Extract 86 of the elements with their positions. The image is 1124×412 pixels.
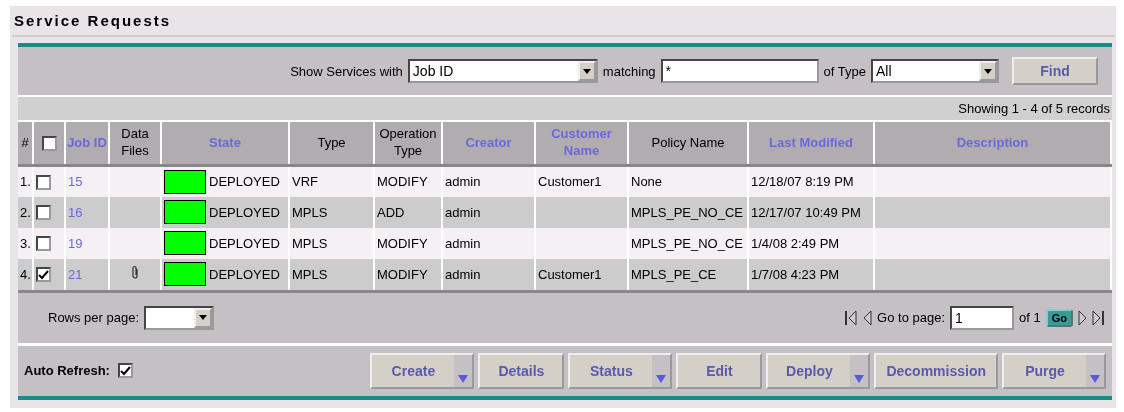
filter-label: Show Services with [290,63,403,79]
paperclip-icon[interactable] [131,265,139,280]
type-label: of Type [823,63,866,79]
last-page-icon[interactable] [1092,308,1106,327]
go-button[interactable]: Go [1045,308,1073,327]
column-header: Policy Name [628,122,748,166]
checkbox[interactable] [117,363,133,378]
caret-icon [656,374,667,383]
matching-label: matching [602,63,656,79]
job-id-link[interactable]: 15 [68,174,83,190]
table-cell: 1/7/08 4:23 PM [751,266,840,282]
field-dropdown[interactable]: Job ID [407,59,598,83]
records-summary: Showing 1 - 4 of 5 records [18,97,1112,122]
column-header[interactable]: Creator [442,122,535,166]
job-id-link[interactable]: 16 [68,204,83,220]
rows-per-page-dropdown[interactable] [144,305,215,330]
column-header: Operation Type [374,122,442,166]
row-number: 1. [20,174,31,190]
table-cell: MODIFY [377,235,428,251]
auto-refresh-label: Auto Refresh: [24,363,110,378]
table-cell: MPLS_PE_CE [631,266,717,282]
table-cell: admin [445,204,481,220]
dropdown-arrow-icon [582,68,591,74]
table-cell: ADD [377,204,405,220]
table-cell: MPLS [292,266,328,282]
table-cell: MODIFY [377,174,428,190]
caret-icon [1090,374,1100,383]
table-cell: DEPLOYED [209,174,280,190]
table-cell: DEPLOYED [209,266,280,282]
table-cell: Customer1 [538,266,602,282]
caret-icon [854,374,865,383]
action-button[interactable]: Deploy [766,352,871,389]
job-id-link[interactable]: 19 [68,235,83,251]
table-cell: MPLS_PE_NO_CE [631,235,743,251]
dropdown-arrow-icon [984,68,992,74]
table-cell: admin [445,235,481,251]
checkbox[interactable] [36,174,51,190]
table-cell: 12/18/07 8:19 PM [751,174,854,190]
table-cell: Customer1 [538,174,602,190]
page-count: of 1 [1019,310,1041,325]
go-to-page-label: Go to page: [877,310,946,325]
find-button[interactable]: Find [1012,57,1098,85]
page-field[interactable]: 1 [950,305,1015,330]
table-cell: DEPLOYED [209,235,280,251]
caret-icon [458,374,469,383]
next-page-icon[interactable] [1078,308,1087,327]
previous-page-icon[interactable] [863,308,873,327]
checkbox[interactable] [36,205,51,221]
column-header[interactable]: Last Modified [748,122,874,166]
type-dropdown[interactable]: All [871,59,999,83]
row-number: 2. [20,204,31,220]
table-cell: admin [445,266,481,282]
column-header[interactable]: Description [874,122,1111,166]
table-cell: admin [445,174,481,190]
page-title: Service Requests [12,6,1114,37]
column-header: Type [289,122,374,166]
action-button[interactable]: Edit [676,352,763,389]
table-cell: DEPLOYED [209,204,280,220]
dropdown-arrow-icon [199,315,208,320]
checkbox[interactable] [41,135,57,151]
action-button[interactable]: Details [478,352,565,389]
table-cell: MODIFY [377,266,428,282]
column-header: Data Files [109,122,161,166]
table-cell: MPLS_PE_NO_CE [631,204,743,220]
checkbox[interactable] [36,236,51,252]
action-button[interactable]: Status [568,352,673,389]
checkbox[interactable] [36,267,51,283]
table-cell: 1/4/08 2:49 PM [751,235,840,251]
action-button[interactable]: Purge [1002,352,1106,389]
table-cell: MPLS [292,204,328,220]
first-page-icon[interactable] [844,308,859,327]
column-header: # [18,122,33,166]
table-cell: 12/17/07 10:49 PM [751,204,861,220]
table-cell: MPLS [292,235,328,251]
matching-field[interactable]: * [660,59,819,83]
table-cell: VRF [292,174,318,190]
rows-per-page-label: Rows per page: [48,310,140,325]
row-number: 4. [20,266,31,282]
column-header[interactable]: Customer Name [535,122,628,166]
job-id-link[interactable]: 21 [68,266,83,282]
row-number: 3. [20,235,31,251]
column-header[interactable]: State [161,122,289,166]
action-button[interactable]: Create [370,352,475,389]
action-button[interactable]: Decommission [874,352,998,389]
column-header[interactable]: Job ID [65,122,109,166]
table-cell: None [631,174,663,190]
